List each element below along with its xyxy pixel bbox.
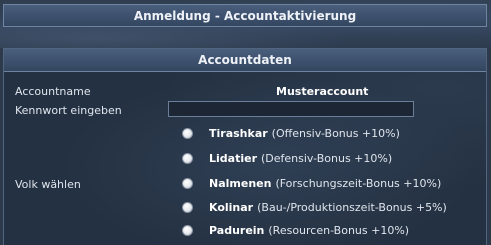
password-input[interactable] bbox=[168, 101, 414, 117]
page-title-bar: Anmeldung - Accountaktivierung bbox=[3, 4, 487, 27]
section-title: Accountdaten bbox=[198, 53, 292, 67]
race-bonus: (Offensiv-Bonus +10%) bbox=[271, 127, 400, 140]
page-title: Anmeldung - Accountaktivierung bbox=[133, 8, 357, 23]
password-label: Kennwort eingeben bbox=[15, 104, 122, 117]
radio-button[interactable] bbox=[182, 178, 193, 189]
account-data-panel: Accountdaten Accountname Musteraccount K… bbox=[3, 48, 487, 245]
race-bonus: (Forschungszeit-Bonus +10%) bbox=[275, 177, 442, 190]
radio-button[interactable] bbox=[182, 128, 193, 139]
race-name: Lidatier bbox=[209, 152, 257, 165]
race-name: Padurein bbox=[209, 224, 265, 237]
section-header: Accountdaten bbox=[4, 49, 486, 72]
race-option-nalmenen[interactable]: Nalmenen (Forschungszeit-Bonus +10%) bbox=[182, 177, 441, 190]
race-name: Tirashkar bbox=[209, 127, 268, 140]
race-option-padurein[interactable]: Padurein (Resourcen-Bonus +10%) bbox=[182, 224, 409, 237]
race-option-lidatier[interactable]: Lidatier (Defensiv-Bonus +10%) bbox=[182, 152, 392, 165]
race-label: Volk wählen bbox=[15, 178, 81, 191]
accountname-value: Musteraccount bbox=[276, 85, 369, 98]
radio-button[interactable] bbox=[182, 153, 193, 164]
accountname-label: Accountname bbox=[15, 85, 91, 98]
race-option-tirashkar[interactable]: Tirashkar (Offensiv-Bonus +10%) bbox=[182, 127, 400, 140]
race-name: Kolinar bbox=[209, 201, 254, 214]
radio-button[interactable] bbox=[182, 202, 193, 213]
race-bonus: (Resourcen-Bonus +10%) bbox=[268, 224, 410, 237]
race-name: Nalmenen bbox=[209, 177, 272, 190]
radio-button[interactable] bbox=[182, 225, 193, 236]
race-bonus: (Defensiv-Bonus +10%) bbox=[261, 152, 393, 165]
race-option-kolinar[interactable]: Kolinar (Bau-/Produktionszeit-Bonus +5%) bbox=[182, 201, 447, 214]
race-bonus: (Bau-/Produktionszeit-Bonus +5%) bbox=[257, 201, 447, 214]
